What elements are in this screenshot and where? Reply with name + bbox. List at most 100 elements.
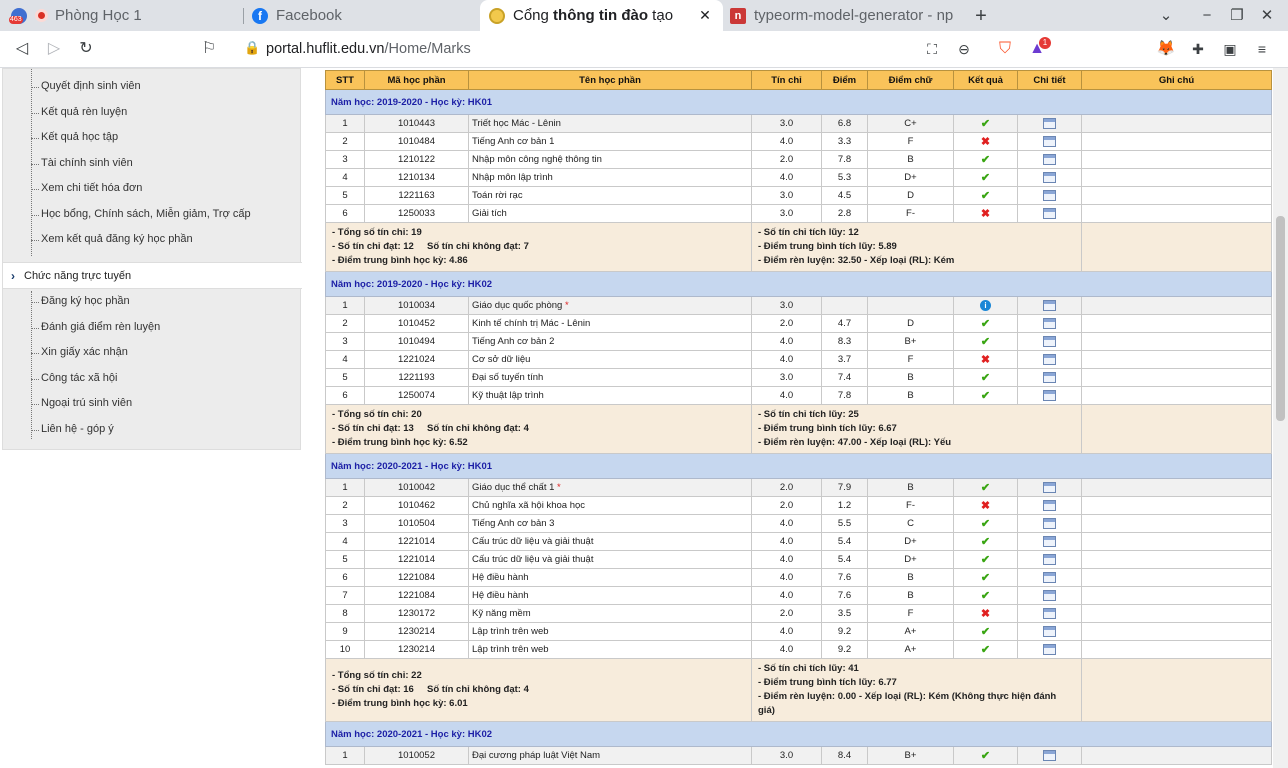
sidebar-item[interactable]: Liên hệ - góp ý bbox=[41, 423, 114, 435]
sidebar-item[interactable]: Kết quả học tập bbox=[41, 131, 118, 143]
calendar-detail-icon[interactable] bbox=[1043, 135, 1056, 147]
result-cell: ✔ bbox=[953, 478, 1018, 497]
credits: 4.0 bbox=[751, 640, 822, 659]
detail-cell bbox=[1017, 368, 1082, 387]
calendar-detail-icon[interactable] bbox=[1043, 499, 1056, 511]
result-cell: ✖ bbox=[953, 132, 1018, 151]
sidebar-item[interactable]: Ngoại trú sinh viên bbox=[41, 397, 132, 409]
calendar-detail-icon[interactable] bbox=[1043, 517, 1056, 529]
calendar-detail-icon[interactable] bbox=[1043, 749, 1056, 761]
semester-summary-row: - Tổng số tín chỉ: 20 - Số tín chỉ đạt: 1… bbox=[325, 404, 1272, 454]
page-scrollbar[interactable] bbox=[1273, 68, 1288, 768]
summary-right: - Số tín chỉ tích lũy: 25 - Điểm trung bì… bbox=[751, 404, 1082, 454]
tree-branch bbox=[31, 87, 39, 88]
score: 7.8 bbox=[821, 150, 868, 169]
check-icon: ✔ bbox=[980, 389, 991, 402]
scrollbar-thumb[interactable] bbox=[1276, 216, 1285, 421]
sidebar-section-online[interactable]: › Chức năng trực tuyến bbox=[3, 262, 302, 289]
browser-tab-bar: 463 Phòng Học 1 f Facebook Cổng thông ti… bbox=[0, 0, 1288, 31]
column-header: Ghi chú bbox=[1081, 70, 1272, 90]
detail-cell bbox=[1017, 186, 1082, 205]
note-cell bbox=[1081, 640, 1272, 659]
calendar-detail-icon[interactable] bbox=[1043, 389, 1056, 401]
close-window-icon[interactable]: ✕ bbox=[1256, 5, 1278, 27]
sidebar-item[interactable]: Xem kết quả đăng ký học phần bbox=[41, 233, 193, 245]
row-index: 1 bbox=[325, 478, 365, 497]
note-cell bbox=[1081, 478, 1272, 497]
sidebar-item[interactable]: Đánh giá điểm rèn luyện bbox=[41, 321, 160, 333]
score: 8.4 bbox=[821, 746, 868, 765]
calendar-detail-icon[interactable] bbox=[1043, 589, 1056, 601]
forward-icon[interactable]: ▷ bbox=[43, 38, 65, 60]
calendar-detail-icon[interactable] bbox=[1043, 553, 1056, 565]
back-icon[interactable]: ◁ bbox=[11, 38, 33, 60]
course-name: Giáo dục thể chất 1 bbox=[472, 482, 555, 493]
calendar-detail-icon[interactable] bbox=[1043, 625, 1056, 637]
info-icon[interactable]: i bbox=[980, 299, 991, 311]
course-name-cell: Toán rời rạc bbox=[468, 186, 752, 205]
bookmark-icon[interactable]: ⚐ bbox=[198, 38, 220, 60]
calendar-detail-icon[interactable] bbox=[1043, 317, 1056, 329]
calendar-detail-icon[interactable] bbox=[1043, 189, 1056, 201]
reload-icon[interactable]: ↻ bbox=[75, 38, 97, 60]
calendar-detail-icon[interactable] bbox=[1043, 371, 1056, 383]
tab-title: Facebook bbox=[276, 7, 342, 24]
tab-facebook[interactable]: f Facebook bbox=[244, 0, 480, 31]
calendar-detail-icon[interactable] bbox=[1043, 571, 1056, 583]
sidebar-item[interactable]: Xin giấy xác nhận bbox=[41, 346, 128, 358]
calendar-detail-icon[interactable] bbox=[1043, 353, 1056, 365]
tab-search-chevron-icon[interactable]: ⌄ bbox=[1155, 5, 1177, 27]
course-name-cell: Lập trình trên web bbox=[468, 640, 752, 659]
note-cell bbox=[1081, 350, 1272, 369]
brave-shield-icon[interactable]: ⛉ bbox=[995, 39, 1015, 59]
calendar-detail-icon[interactable] bbox=[1043, 643, 1056, 655]
new-tab-icon[interactable]: + bbox=[970, 5, 992, 27]
calendar-detail-icon[interactable] bbox=[1043, 171, 1056, 183]
tab-phong-hoc[interactable]: 463 Phòng Học 1 bbox=[0, 0, 244, 31]
calendar-detail-icon[interactable] bbox=[1043, 481, 1056, 493]
sidebar-item[interactable]: Tài chính sinh viên bbox=[41, 157, 133, 169]
menu-icon[interactable]: ≡ bbox=[1252, 39, 1272, 59]
column-header: Tên học phần bbox=[468, 70, 752, 90]
brave-rewards-icon[interactable]: ▲ 1 bbox=[1027, 37, 1051, 59]
tab-cong-thong-tin[interactable]: Cổng thông tin đào tạo ✕ bbox=[480, 0, 723, 31]
metamask-icon[interactable]: 🦊 bbox=[1156, 39, 1176, 59]
sidebar-item[interactable]: Xem chi tiết hóa đơn bbox=[41, 182, 142, 194]
summary-right: - Số tín chỉ tích lũy: 41 - Điểm trung bì… bbox=[751, 658, 1082, 722]
score: 9.2 bbox=[821, 640, 868, 659]
calendar-detail-icon[interactable] bbox=[1043, 335, 1056, 347]
sidebar-menu: Quyết định sinh viên Kết quả rèn luyện Kết… bbox=[2, 68, 302, 450]
zoom-icon[interactable]: ⊖ bbox=[954, 39, 974, 59]
wallet-icon[interactable]: ▣ bbox=[1220, 39, 1240, 59]
minimize-icon[interactable]: − bbox=[1196, 5, 1218, 27]
course-name-cell: Hệ điều hành bbox=[468, 586, 752, 605]
calendar-detail-icon[interactable] bbox=[1043, 299, 1056, 311]
close-tab-icon[interactable]: ✕ bbox=[697, 7, 713, 23]
course-name-cell: Cơ sở dữ liệu bbox=[468, 350, 752, 369]
tree-branch bbox=[31, 112, 39, 114]
translate-icon[interactable]: ⛶ bbox=[922, 39, 942, 59]
result-cell: ✔ bbox=[953, 514, 1018, 533]
tab-title: typeorm-model-generator - np bbox=[754, 7, 954, 24]
calendar-detail-icon[interactable] bbox=[1043, 207, 1056, 219]
sidebar-item[interactable]: Quyết định sinh viên bbox=[41, 80, 141, 92]
summary-line: - Số tín chỉ tích lũy: 25 bbox=[758, 409, 859, 420]
calendar-detail-icon[interactable] bbox=[1043, 117, 1056, 129]
course-code: 1210134 bbox=[364, 168, 469, 187]
sidebar-item[interactable]: Đăng ký học phần bbox=[41, 295, 130, 307]
summary-line: - Điểm rèn luyện: 47.00 - Xếp loại (RL):… bbox=[758, 437, 952, 448]
extensions-icon[interactable]: ✚ bbox=[1188, 39, 1208, 59]
sidebar-item[interactable]: Kết quả rèn luyện bbox=[41, 106, 127, 118]
table-row: 8 1230172 Kỹ năng mềm 2.0 3.5 F ✖ bbox=[325, 604, 1272, 623]
sidebar-item[interactable]: Học bổng, Chính sách, Miễn giảm, Trợ cấp bbox=[41, 208, 251, 220]
tab-typeorm[interactable]: n typeorm-model-generator - np bbox=[723, 0, 965, 31]
course-name: Kinh tế chính trị Mác - Lênin bbox=[472, 318, 591, 329]
course-name: Giải tích bbox=[472, 208, 507, 219]
restore-icon[interactable]: ❐ bbox=[1226, 5, 1248, 27]
calendar-detail-icon[interactable] bbox=[1043, 153, 1056, 165]
calendar-detail-icon[interactable] bbox=[1043, 535, 1056, 547]
sidebar-item[interactable]: Công tác xã hội bbox=[41, 372, 117, 384]
calendar-detail-icon[interactable] bbox=[1043, 607, 1056, 619]
tree-branch bbox=[31, 302, 39, 303]
row-index: 6 bbox=[325, 386, 365, 405]
